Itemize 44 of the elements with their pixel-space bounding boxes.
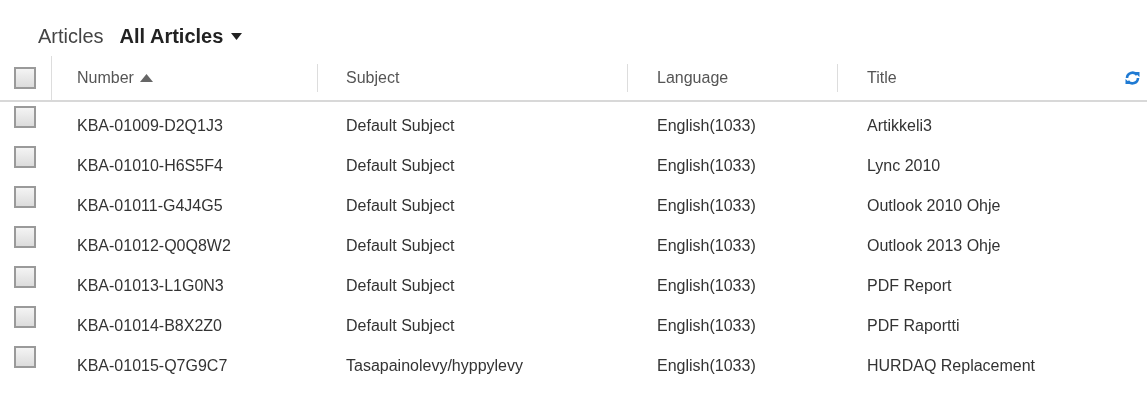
refresh-icon[interactable] — [1124, 70, 1141, 86]
table-cell-text: English(1033) — [656, 276, 756, 296]
table-cell-text: Default Subject — [345, 156, 455, 176]
table-cell-text: Outlook 2010 Ohje — [866, 196, 1001, 216]
table-cell-text: PDF Raportti — [866, 316, 960, 336]
column-header[interactable]: Title — [867, 66, 897, 90]
column-header[interactable]: Language — [657, 66, 729, 90]
table-cell-text: Lync 2010 — [866, 156, 941, 176]
table-cell-text: Default Subject — [345, 316, 455, 336]
table-cell-text: English(1033) — [656, 116, 756, 136]
table-cell-text: English(1033) — [656, 196, 756, 216]
checkbox[interactable] — [14, 67, 36, 89]
table-cell-text: KBA-01013-L1G0N3 — [76, 276, 224, 296]
column-header[interactable]: Subject — [346, 66, 400, 90]
table-cell-text: KBA-01011-G4J4G5 — [76, 196, 223, 216]
table-cell-text: English(1033) — [656, 156, 756, 176]
table-cell-text: KBA-01012-Q0Q8W2 — [76, 236, 231, 256]
checkbox[interactable] — [14, 106, 36, 128]
caret-icon — [231, 32, 243, 40]
table-cell-text: English(1033) — [656, 236, 756, 256]
table-cell-text: PDF Report — [866, 276, 952, 296]
table-cell-text: Default Subject — [345, 196, 455, 216]
view-selector[interactable]: All Articles — [119, 21, 243, 51]
checkbox[interactable] — [14, 226, 36, 248]
checkbox[interactable] — [14, 306, 36, 328]
table-cell-text: Outlook 2013 Ohje — [866, 236, 1001, 256]
table-cell-text: KBA-01014-B8X2Z0 — [76, 316, 222, 336]
checkbox[interactable] — [14, 266, 36, 288]
table-cell-text: English(1033) — [656, 316, 756, 336]
table-cell-text: Default Subject — [345, 236, 455, 256]
checkbox[interactable] — [14, 346, 36, 368]
checkbox[interactable] — [14, 146, 36, 168]
column-header[interactable]: Number — [77, 66, 153, 90]
table-cell-text: English(1033) — [656, 356, 756, 376]
table-cell-text: HURDAQ Replacement — [866, 356, 1036, 376]
checkbox[interactable] — [14, 186, 36, 208]
table-cell-text: KBA-01009-D2Q1J3 — [76, 116, 223, 136]
table-cell-text: Artikkeli3 — [866, 116, 932, 136]
page-title: Articles — [38, 24, 104, 49]
table-cell-text: Default Subject — [345, 116, 455, 136]
table-cell-text: Default Subject — [345, 276, 455, 296]
table-cell-text: KBA-01015-Q7G9C7 — [76, 356, 228, 376]
table-cell-text: Tasapainolevy/hyppylevy — [345, 356, 523, 376]
table-cell-text: KBA-01010-H6S5F4 — [76, 156, 223, 176]
